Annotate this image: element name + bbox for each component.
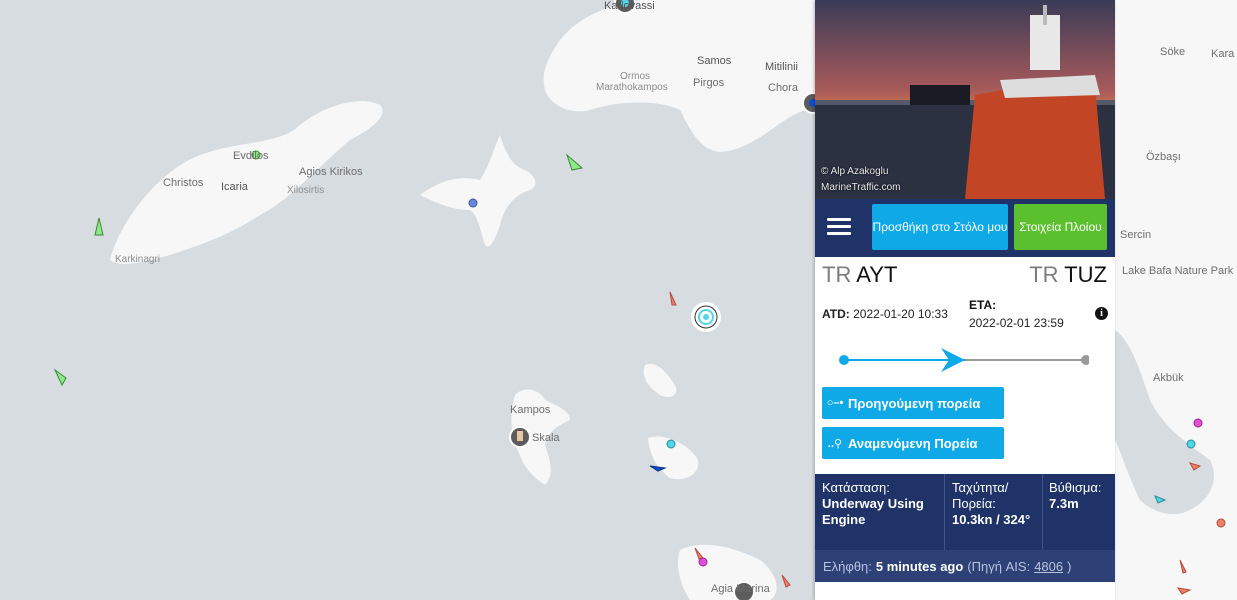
progress-end-dot [1081, 355, 1089, 365]
map-label: Christos [163, 177, 204, 189]
vessel-photo[interactable]: © Alp Azakoglu MarineTraffic.com [815, 0, 1115, 199]
map-label: Chora [768, 82, 798, 94]
map-label: Samos [697, 55, 732, 67]
map-label: Kampos [510, 404, 551, 416]
status-stat: Κατάσταση: Underway Using Engine [822, 480, 940, 528]
past-track-label: Προηγούμενη πορεία [848, 395, 981, 411]
eta-label: ETA: [969, 298, 997, 312]
map-label: Karlovassi [604, 0, 655, 12]
vessel-dot [1216, 518, 1226, 528]
map-label: Söke [1160, 46, 1186, 58]
vessel-dot [698, 557, 708, 567]
eta-value: 2022-02-01 23:59 [969, 316, 1064, 330]
map-label: Karkinagri [115, 254, 161, 265]
speed-label: Ταχύτητα/ Πορεία: [952, 480, 1009, 511]
location-pin-icon: ..⚲ [827, 437, 843, 450]
atd-label: ATD: [822, 307, 850, 321]
departure-code: AYT [856, 262, 898, 287]
vessel-dot [666, 439, 676, 449]
map-label: Agios Kirikos [299, 166, 363, 178]
forecast-track-label: Αναμενόμενη Πορεία [848, 435, 978, 451]
map-label: Özbaşı [1146, 151, 1181, 163]
arrival-port[interactable]: TR TUZ [1029, 262, 1107, 288]
info-icon[interactable]: i [1095, 307, 1108, 320]
status-label: Κατάσταση: [822, 480, 890, 495]
photo-credit: © Alp Azakoglu [821, 166, 889, 177]
track-icon: ○–• [826, 397, 844, 409]
departure-port[interactable]: TR AYT [822, 262, 897, 288]
source-label: (Πηγή AIS: [967, 558, 1031, 574]
atd: ATD: 2022-01-20 10:33 [822, 307, 948, 321]
received-value: 5 minutes ago [875, 558, 964, 574]
map-label: Sercin [1120, 229, 1152, 241]
vessel-panel: © Alp Azakoglu MarineTraffic.com Προσθήκ… [815, 0, 1115, 600]
map-label: Skala [532, 432, 560, 444]
draught-value: 7.3m [1049, 496, 1079, 511]
forecast-track-button[interactable]: ..⚲ Αναμενόμενη Πορεία [822, 427, 1004, 459]
departure-country: TR [822, 262, 852, 287]
add-to-fleet-button[interactable]: Προσθήκη στο Στόλο μου [872, 204, 1008, 250]
map-label: Akbük [1153, 372, 1184, 384]
map-label: Agia Marina [711, 583, 770, 595]
ais-source-link[interactable]: 4806 [1034, 559, 1063, 574]
map-label: Ormos [620, 71, 650, 82]
selected-vessel-target [691, 302, 721, 332]
map-label: Lake Bafa Nature Park [1122, 265, 1234, 277]
past-track-button[interactable]: ○–• Προηγούμενη πορεία [822, 387, 1004, 419]
received-info: Ελήφθη: 5 minutes ago (Πηγή AIS: 4806 ) [815, 550, 1115, 582]
map-label: Mitilinii [765, 61, 798, 73]
map-label: Icaria [221, 181, 248, 193]
voyage-progress [839, 348, 1089, 372]
status-value: Underway Using Engine [822, 496, 924, 527]
speed-stat: Ταχύτητα/ Πορεία: 10.3kn / 324° [952, 480, 1038, 528]
arrival-code: TUZ [1064, 262, 1107, 287]
vessel-stats: Κατάσταση: Underway Using Engine Ταχύτητ… [815, 474, 1115, 550]
port-icon [509, 426, 531, 448]
map-label: Marathokampos [596, 82, 668, 93]
map-label: Pirgos [693, 77, 725, 89]
progress-start-dot [839, 355, 849, 365]
atd-value: 2022-01-20 10:33 [853, 307, 948, 321]
source-end: ) [1067, 558, 1072, 574]
vessel-dot [468, 198, 478, 208]
speed-value: 10.3kn / 324° [952, 512, 1031, 527]
draught-stat: Βύθισμα: 7.3m [1049, 480, 1111, 512]
panel-toolbar: Προσθήκη στο Στόλο μου Στοιχεία Πλοίου [815, 199, 1115, 257]
map-label: Kara [1211, 48, 1235, 60]
photo-credit-site: MarineTraffic.com [821, 182, 901, 193]
menu-icon[interactable] [827, 215, 851, 239]
vessel-dot [1193, 418, 1203, 428]
map-label: Xilosirtis [287, 185, 325, 196]
received-label: Ελήφθη: [823, 558, 872, 574]
vessel-dot [1186, 439, 1196, 449]
map-label: Evdilos [233, 150, 269, 162]
vessel-info-button[interactable]: Στοιχεία Πλοίου [1014, 204, 1107, 250]
draught-label: Βύθισμα: [1049, 480, 1102, 495]
arrival-country: TR [1029, 262, 1059, 287]
